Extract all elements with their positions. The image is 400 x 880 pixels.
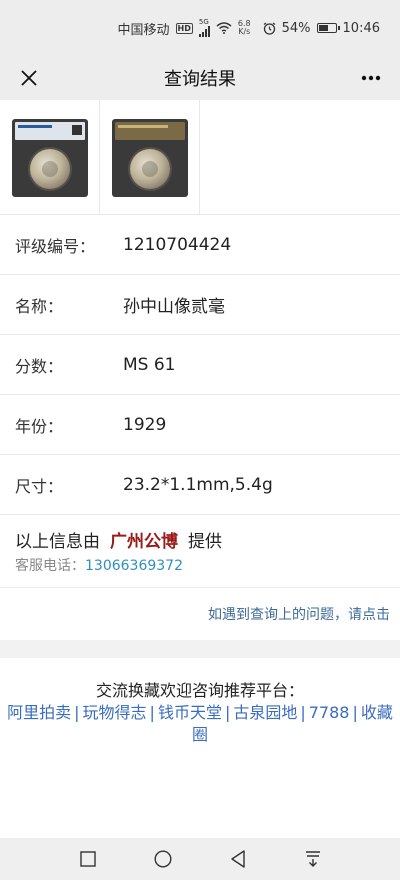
back-button[interactable] — [226, 847, 250, 871]
phone-link[interactable]: 13066369372 — [85, 558, 183, 574]
platforms-title: 交流换藏欢迎咨询推荐平台： — [95, 681, 304, 700]
battery-icon — [316, 23, 340, 33]
separator: | — [149, 703, 155, 722]
more-button[interactable] — [356, 63, 386, 93]
phone-line: 客服电话：13066369372 — [15, 555, 385, 575]
phone-label: 客服电话： — [15, 558, 85, 574]
section-divider — [0, 640, 400, 658]
hd-badge: HD — [175, 22, 193, 34]
separator: | — [224, 703, 231, 722]
row-label: 年份： — [15, 416, 64, 436]
wifi-icon — [216, 22, 232, 34]
platforms-section: 交流换藏欢迎咨询推荐平台： 阿里拍卖 | 玩物得志 | 钱币天堂 | 古泉园地 | 7788 | 收… — [0, 658, 400, 746]
close-icon — [21, 70, 37, 86]
separator: | — [74, 703, 80, 722]
row-value: 1210704424 — [123, 234, 232, 255]
speed-unit: K/s — [238, 27, 251, 36]
row-label: 评级编号： — [15, 236, 96, 256]
recent-apps-button[interactable] — [76, 847, 100, 871]
circle-icon — [153, 850, 172, 868]
provider-suffix: 提供 — [188, 531, 222, 552]
info-row-year: 年份： 1929 — [0, 395, 400, 455]
row-label: 尺寸： — [15, 476, 64, 496]
row-value: 1929 — [123, 414, 167, 435]
status-bar: 中国移动 HD 5G 6.8 K/s 54% 10:46 — [0, 0, 400, 56]
close-button[interactable] — [14, 63, 44, 93]
square-icon — [79, 851, 96, 867]
row-label: 分数： — [15, 356, 64, 376]
coin-slab-front-image[interactable] — [0, 100, 100, 215]
platform-link-guquan[interactable]: 古泉园地 — [233, 703, 297, 722]
separator: | — [352, 703, 358, 722]
back-triangle-icon — [230, 850, 245, 868]
row-label: 名称： — [15, 296, 64, 316]
platform-link-qianbi[interactable]: 钱币天堂 — [158, 703, 222, 722]
network-speed: 6.8 K/s — [238, 20, 251, 36]
platform-link-7788[interactable]: 7788 — [309, 703, 350, 722]
row-value: 23.2*1.1mm,5.4g — [123, 474, 273, 495]
provider-name: 广州公博 — [110, 531, 178, 552]
info-row-grade-number: 评级编号： 1210704424 — [0, 215, 400, 275]
info-row-score: 分数： MS 61 — [0, 335, 400, 395]
problem-link[interactable]: 如遇到查询上的问题，请点击 — [0, 588, 400, 640]
row-value: MS 61 — [123, 354, 176, 375]
home-button[interactable] — [151, 847, 175, 871]
platform-links: 阿里拍卖 | 玩物得志 | 钱币天堂 | 古泉园地 | 7788 | 收藏圈 — [6, 702, 394, 746]
separator: | — [300, 703, 306, 722]
provider-line: 以上信息由 广州公博 提供 — [15, 525, 385, 553]
provider-prefix: 以上信息由 — [15, 531, 100, 552]
battery-percent: 54% — [281, 20, 311, 36]
info-list: 评级编号： 1210704424 名称： 孙中山像贰毫 分数： MS 61 年份… — [0, 215, 400, 515]
network-label: 5G — [198, 18, 209, 26]
info-row-name: 名称： 孙中山像贰毫 — [0, 275, 400, 335]
notification-button[interactable] — [301, 847, 325, 871]
clock: 10:46 — [342, 20, 380, 36]
nav-bar: 查询结果 — [0, 56, 400, 100]
provider-section: 以上信息由 广州公博 提供 客服电话：13066369372 — [0, 515, 400, 588]
page-title: 查询结果 — [164, 69, 236, 90]
signal-icon: 5G — [198, 18, 210, 37]
system-nav-bar — [0, 838, 400, 880]
platform-link-wanwu[interactable]: 玩物得志 — [83, 703, 147, 722]
platform-link-ali[interactable]: 阿里拍卖 — [7, 703, 71, 722]
info-row-size: 尺寸： 23.2*1.1mm,5.4g — [0, 455, 400, 515]
alarm-icon — [263, 22, 276, 35]
notification-pull-icon — [305, 851, 320, 867]
coin-slab-back-image[interactable] — [100, 100, 200, 215]
image-thumbnails — [0, 100, 400, 215]
carrier-label: 中国移动 — [117, 22, 170, 38]
row-value: 孙中山像贰毫 — [123, 297, 225, 317]
more-icon — [361, 75, 381, 81]
